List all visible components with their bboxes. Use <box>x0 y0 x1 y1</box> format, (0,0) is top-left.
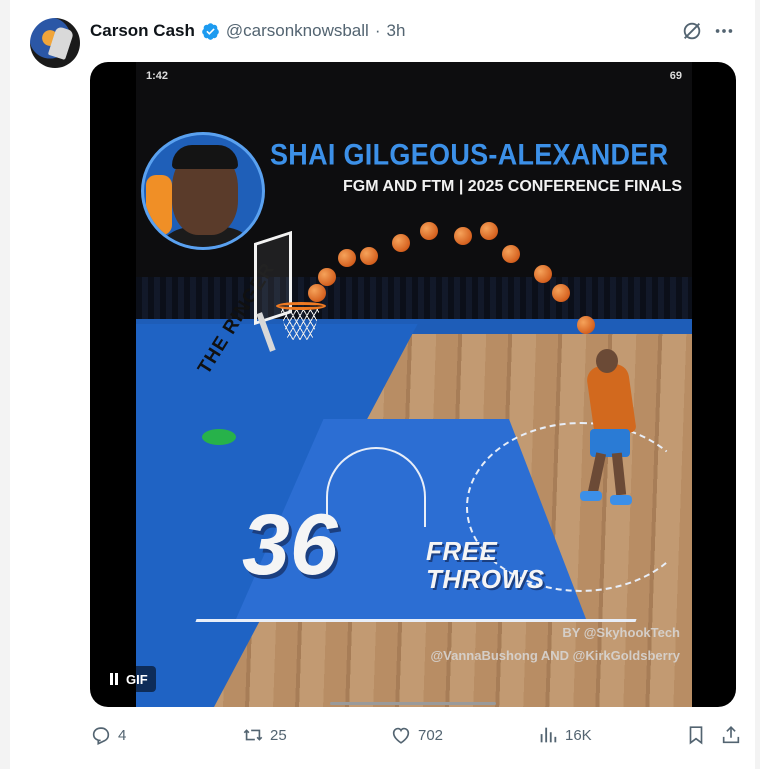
repost-count: 25 <box>270 726 287 744</box>
credit-line-1: BY @SkyhookTech <box>562 625 680 640</box>
verified-badge-icon <box>202 22 219 40</box>
stat-number: 36 <box>242 497 338 593</box>
ball-arc-12 <box>577 316 595 334</box>
ball-arc-10 <box>534 265 552 283</box>
share-icon <box>722 726 740 744</box>
ball-arc-9 <box>502 245 520 263</box>
like-button[interactable]: 702 <box>390 724 443 746</box>
player-figure <box>576 349 646 509</box>
ball-arc-8 <box>480 222 498 240</box>
like-count: 702 <box>418 726 444 744</box>
grok-icon[interactable] <box>681 20 703 42</box>
author-name[interactable]: Carson Cash <box>90 21 195 41</box>
share-button[interactable] <box>720 724 742 746</box>
progress-indicator <box>330 702 496 705</box>
player-portrait <box>141 132 265 250</box>
reply-count: 4 <box>118 726 127 744</box>
reply-icon <box>92 727 110 746</box>
separator: · <box>374 21 381 40</box>
post-card: Carson Cash @carsonknowsball · 3h 1:42 6… <box>10 0 755 769</box>
ball-arc-5 <box>392 234 410 252</box>
view-count: 16K <box>565 726 592 744</box>
ball-arc-4 <box>360 247 378 265</box>
views-button[interactable]: 16K <box>537 724 592 746</box>
hoop-rim <box>276 302 326 310</box>
media-player[interactable]: 1:42 69 THE RINGER SHAI GILGEOUS-ALEXAND… <box>90 62 736 707</box>
credit-line-2: @VannaBushong AND @KirkGoldsberry <box>430 648 680 663</box>
post-time[interactable]: 3h <box>386 21 405 41</box>
heart-icon <box>392 727 410 744</box>
pause-icon[interactable] <box>108 672 120 686</box>
headline-subtitle: FGM AND FTM | 2025 CONFERENCE FINALS <box>343 178 683 195</box>
ball-arc-7 <box>454 227 472 245</box>
status-time: 1:42 <box>146 70 169 82</box>
stat-label-line-1: FREE <box>426 536 498 566</box>
gif-frame[interactable]: 1:42 69 THE RINGER SHAI GILGEOUS-ALEXAND… <box>136 62 692 707</box>
bookmark-icon <box>689 726 703 745</box>
ball-arc-1 <box>308 284 326 302</box>
analytics-icon <box>540 727 557 743</box>
avatar[interactable] <box>30 18 80 68</box>
ball-arc-6 <box>420 222 438 240</box>
gif-controls[interactable]: GIF <box>100 666 156 692</box>
phone-status-bar: 1:42 69 <box>146 70 682 84</box>
post-header: Carson Cash @carsonknowsball · 3h <box>90 19 405 43</box>
repost-icon <box>243 729 263 741</box>
more-icon[interactable] <box>713 20 735 42</box>
reply-button[interactable]: 4 <box>90 724 126 746</box>
action-bar: 4 25 702 16K <box>90 724 740 752</box>
headline-player-name: SHAI GILGEOUS-ALEXANDER <box>270 138 669 172</box>
author-handle[interactable]: @carsonknowsball <box>226 21 369 41</box>
ball-arc-11 <box>552 284 570 302</box>
status-battery: 69 <box>669 70 682 82</box>
court-marker <box>202 429 236 445</box>
court-baseline <box>195 619 637 622</box>
gif-badge: GIF <box>126 671 148 687</box>
stat-label-line-2: THROWS <box>426 564 545 594</box>
repost-button[interactable]: 25 <box>242 724 287 746</box>
ball-arc-2 <box>318 268 336 286</box>
bookmark-button[interactable] <box>685 724 707 746</box>
ball-arc-3 <box>338 249 356 267</box>
